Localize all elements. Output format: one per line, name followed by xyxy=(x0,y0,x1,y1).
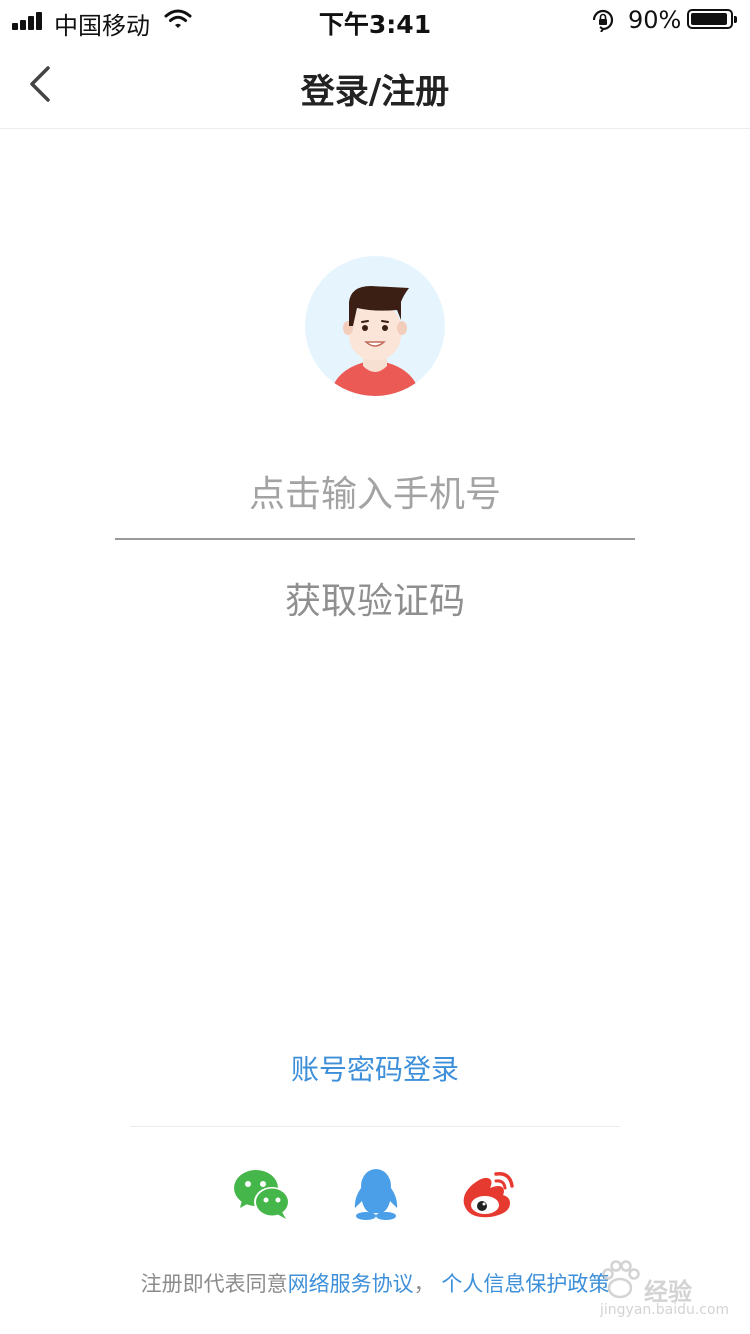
battery-percentage: 90% xyxy=(628,6,682,34)
watermark-url: jingyan.baidu.com xyxy=(600,1302,730,1318)
qq-icon xyxy=(354,1169,398,1220)
orientation-lock-icon xyxy=(592,9,614,32)
privacy-policy-link[interactable]: 个人信息保护政策 xyxy=(441,1272,609,1296)
user-avatar-icon xyxy=(305,256,445,396)
battery-icon xyxy=(687,9,737,29)
qq-login-button[interactable] xyxy=(346,1166,406,1222)
divider xyxy=(130,1126,620,1127)
agreement-separator: ， xyxy=(413,1272,435,1296)
agreement-prefix: 注册即代表同意 xyxy=(140,1272,288,1296)
wechat-login-button[interactable] xyxy=(232,1166,292,1222)
phone-number-input[interactable] xyxy=(115,450,635,540)
paw-logo-icon xyxy=(602,1260,640,1299)
get-verification-code-button[interactable]: 获取验证码 xyxy=(175,572,575,632)
password-login-link[interactable]: 账号密码登录 xyxy=(225,1048,525,1092)
page-title: 登录/注册 xyxy=(300,72,450,112)
status-bar: 中国移动 下午3:41 90% xyxy=(0,0,750,40)
weibo-icon xyxy=(463,1172,514,1218)
service-agreement-link[interactable]: 网络服务协议 xyxy=(288,1272,414,1296)
wechat-icon xyxy=(234,1170,290,1219)
navigation-bar: 登录/注册 xyxy=(0,40,750,129)
baidu-jingyan-watermark: 经验 jingyan.baidu.com xyxy=(590,1252,740,1322)
weibo-login-button[interactable] xyxy=(458,1166,518,1222)
